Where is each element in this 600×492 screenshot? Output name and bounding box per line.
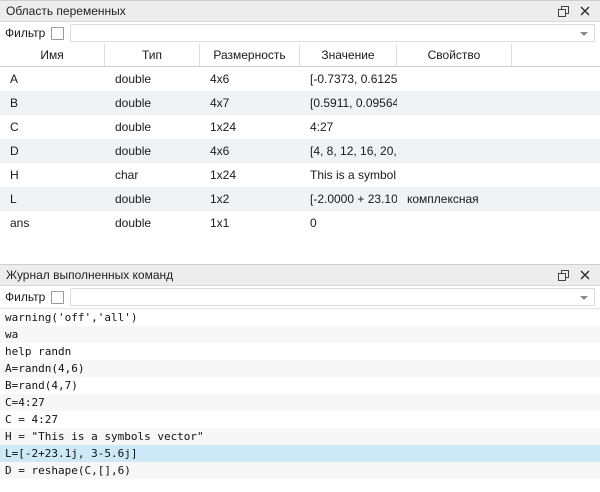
- cell-value: [4, 8, 12, 16, 20, ...: [300, 139, 397, 163]
- history-filterbar: Фильтр: [0, 286, 600, 308]
- cell-name: ans: [0, 211, 105, 235]
- cell-size: 1x1: [200, 211, 300, 235]
- table-row[interactable]: Hchar1x24This is a symbol...: [0, 163, 600, 187]
- cell-size: 4x6: [200, 139, 300, 163]
- cell-type: double: [105, 115, 200, 139]
- command-list: warning('off','all')wahelp randnA=randn(…: [0, 308, 600, 492]
- cell-property: [397, 115, 512, 139]
- cell-property: [397, 211, 512, 235]
- cell-size: 4x7: [200, 91, 300, 115]
- command-line[interactable]: help randn: [0, 343, 600, 360]
- column-header-3[interactable]: Размерность: [200, 44, 300, 66]
- cell-value: This is a symbol...: [300, 163, 397, 187]
- variables-titlebar[interactable]: Область переменных: [0, 0, 600, 22]
- history-filter-label: Фильтр: [5, 290, 45, 304]
- command-line[interactable]: A=randn(4,6): [0, 360, 600, 377]
- cell-value: 0: [300, 211, 397, 235]
- column-header-filler: [512, 44, 600, 66]
- cell-value: [0.5911, 0.09564...: [300, 91, 397, 115]
- cell-size: 1x2: [200, 187, 300, 211]
- variables-panel: Область переменных Фильтр ИмяТипРазмерно…: [0, 0, 600, 264]
- cell-size: 1x24: [200, 115, 300, 139]
- cell-value: [-2.0000 + 23.10...: [300, 187, 397, 211]
- history-panel-title: Журнал выполненных команд: [6, 268, 550, 282]
- history-panel: Журнал выполненных команд Фильтр warning…: [0, 264, 600, 492]
- cell-size: 4x6: [200, 67, 300, 91]
- history-filter-checkbox[interactable]: [51, 291, 64, 304]
- variables-filterbar: Фильтр: [0, 22, 600, 44]
- cell-name: L: [0, 187, 105, 211]
- variables-filter-label: Фильтр: [5, 26, 45, 40]
- cell-size: 1x24: [200, 163, 300, 187]
- command-line[interactable]: warning('off','all'): [0, 309, 600, 326]
- command-line[interactable]: B=rand(4,7): [0, 377, 600, 394]
- cell-type: double: [105, 187, 200, 211]
- table-row[interactable]: Ldouble1x2[-2.0000 + 23.10...комплексная: [0, 187, 600, 211]
- column-header-2[interactable]: Тип: [105, 44, 200, 66]
- table-row[interactable]: Adouble4x6[-0.7373, 0.6125,...: [0, 67, 600, 91]
- command-line[interactable]: wa: [0, 326, 600, 343]
- chevron-down-icon: [580, 296, 588, 300]
- cell-filler: [512, 67, 600, 91]
- cell-type: double: [105, 139, 200, 163]
- command-line[interactable]: H = "This is a symbols vector": [0, 428, 600, 445]
- cell-property: комплексная: [397, 187, 512, 211]
- history-filter-combobox[interactable]: [70, 288, 595, 306]
- cell-name: A: [0, 67, 105, 91]
- close-icon[interactable]: [576, 267, 594, 283]
- cell-type: double: [105, 211, 200, 235]
- cell-filler: [512, 139, 600, 163]
- chevron-down-icon: [580, 32, 588, 36]
- cell-name: H: [0, 163, 105, 187]
- cell-name: B: [0, 91, 105, 115]
- cell-property: [397, 91, 512, 115]
- command-line[interactable]: C = 4:27: [0, 411, 600, 428]
- cell-filler: [512, 163, 600, 187]
- cell-type: char: [105, 163, 200, 187]
- cell-filler: [512, 187, 600, 211]
- table-row[interactable]: Ddouble4x6[4, 8, 12, 16, 20, ...: [0, 139, 600, 163]
- cell-filler: [512, 91, 600, 115]
- float-icon[interactable]: [554, 3, 572, 19]
- float-icon[interactable]: [554, 267, 572, 283]
- variables-filter-combobox[interactable]: [70, 24, 595, 42]
- cell-property: [397, 67, 512, 91]
- column-header-1[interactable]: Имя: [0, 44, 105, 66]
- table-row[interactable]: Bdouble4x7[0.5911, 0.09564...: [0, 91, 600, 115]
- cell-property: [397, 163, 512, 187]
- command-line[interactable]: C=4:27: [0, 394, 600, 411]
- cell-value: [-0.7373, 0.6125,...: [300, 67, 397, 91]
- cell-type: double: [105, 91, 200, 115]
- variables-table-header: ИмяТипРазмерностьЗначениеСвойство: [0, 44, 600, 67]
- cell-filler: [512, 211, 600, 235]
- cell-value: 4:27: [300, 115, 397, 139]
- variables-table-body: Adouble4x6[-0.7373, 0.6125,...Bdouble4x7…: [0, 67, 600, 264]
- column-header-4[interactable]: Значение: [300, 44, 397, 66]
- close-icon[interactable]: [576, 3, 594, 19]
- table-row[interactable]: ansdouble1x10: [0, 211, 600, 235]
- cell-name: D: [0, 139, 105, 163]
- cell-filler: [512, 115, 600, 139]
- cell-name: C: [0, 115, 105, 139]
- command-line[interactable]: L=[-2+23.1j, 3-5.6j]: [0, 445, 600, 462]
- variables-panel-title: Область переменных: [6, 4, 550, 18]
- column-header-5[interactable]: Свойство: [397, 44, 512, 66]
- command-line[interactable]: D = reshape(C,[],6): [0, 462, 600, 479]
- cell-type: double: [105, 67, 200, 91]
- history-titlebar[interactable]: Журнал выполненных команд: [0, 264, 600, 286]
- table-row[interactable]: Cdouble1x244:27: [0, 115, 600, 139]
- cell-property: [397, 139, 512, 163]
- variables-filter-checkbox[interactable]: [51, 27, 64, 40]
